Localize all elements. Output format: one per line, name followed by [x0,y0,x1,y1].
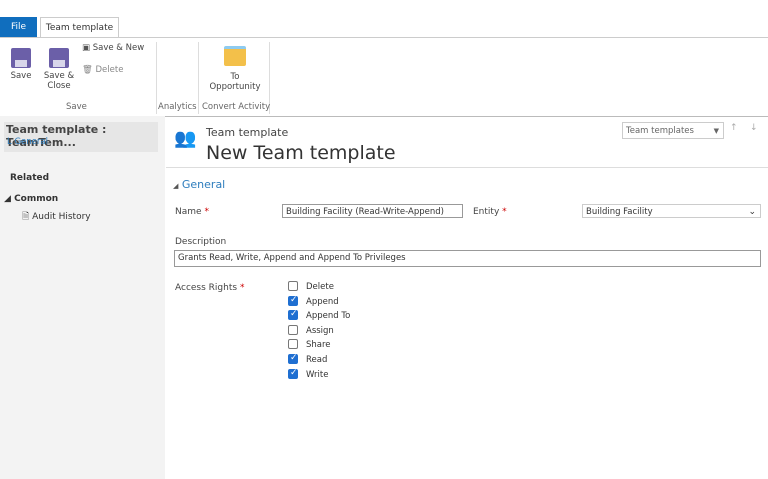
divider [198,42,199,114]
description-label: Description [175,237,227,247]
checkbox-read[interactable] [288,353,298,364]
view-selector[interactable]: Team templates ▼ [622,122,724,139]
save-close-label: Save & Close [43,71,75,91]
entity-value: Building Facility [586,207,653,217]
checkbox-label: Share [306,340,331,351]
checkbox-label: Append [306,296,339,307]
general-link[interactable]: L General [7,137,48,147]
ribbon: Save Save & Close ▣ Save & New 🗑 Delete … [0,37,768,117]
section-label: General [181,178,226,191]
save-label: Save [10,71,32,81]
document-icon: 🗎 [22,212,30,222]
divider [166,167,768,168]
checkbox-write[interactable] [288,368,298,379]
collapse-icon: ◢ [173,182,179,190]
tab-team-template[interactable]: Team template [40,17,119,39]
group-convert: Convert Activity [202,102,271,112]
save-icon [11,48,31,68]
tab-file[interactable]: File [0,17,37,37]
group-save: Save [66,102,87,112]
audit-history-link[interactable]: 🗎 Audit History [22,209,91,225]
dropdown-icon: ▼ [713,127,719,135]
team-icon: 👥 [174,128,197,149]
entity-select[interactable]: Building Facility ⌄ [582,204,761,218]
folder-icon [224,46,246,66]
delete-label: Delete [95,65,124,75]
previous-record-icon[interactable]: ↑ [730,123,738,133]
divider [156,42,157,114]
checkbox-label: Append To [306,311,351,322]
related-heading: Related [10,173,50,183]
checkbox-label: Write [306,369,329,380]
save-button[interactable]: Save [8,48,34,81]
checkbox-share[interactable] [288,339,298,350]
left-nav: Team template : TeamTem... L General Rel… [0,116,165,479]
next-record-icon[interactable]: ↓ [750,123,758,133]
checkbox-append-to[interactable] [288,309,298,321]
to-opportunity-label: To Opportunity [209,72,261,92]
delete-icon: 🗑 [82,65,93,75]
audit-history-label: Audit History [32,212,91,222]
view-selector-label: Team templates [626,126,694,136]
checkbox-delete[interactable] [288,281,298,291]
save-close-icon [49,48,69,68]
description-input[interactable]: Grants Read, Write, Append and Append To… [174,250,761,267]
checkbox-label: Read [306,355,328,365]
checkbox-label: Assign [306,325,334,336]
save-new-button[interactable]: ▣ Save & New [82,43,144,53]
delete-button[interactable]: 🗑 Delete [82,65,123,75]
access-rights-label: Access Rights * [175,283,245,293]
save-close-button[interactable]: Save & Close [42,48,76,91]
name-input[interactable]: Building Facility (Read-Write-Append) [282,204,463,218]
checkbox-assign[interactable] [288,324,298,335]
group-analytics: Analytics [158,102,197,112]
checkbox-label: Delete [306,282,334,292]
save-new-label: Save & New [92,43,145,53]
entity-label: Entity * [473,207,507,217]
common-label: Common [14,194,59,204]
common-group[interactable]: ◢ Common [4,194,58,204]
chevron-down-icon: ⌄ [748,207,756,217]
name-label: Name * [175,207,209,217]
to-opportunity-button[interactable]: To Opportunity [206,46,264,92]
page-title: New Team template [206,142,396,164]
save-new-icon: ▣ [82,43,91,53]
entity-name: Team template [206,126,289,139]
section-general[interactable]: ◢ General [173,178,225,191]
checkbox-append[interactable] [288,295,298,306]
